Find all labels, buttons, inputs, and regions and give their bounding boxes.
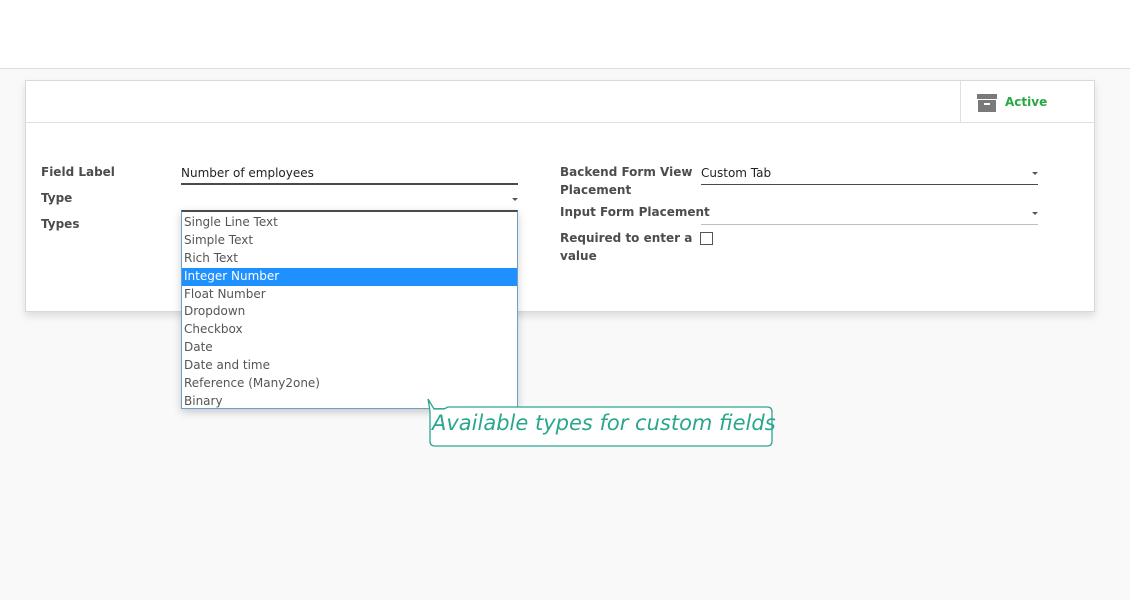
required-label-line1: Required to enter a [560,231,693,245]
dropdown-option[interactable]: Checkbox [182,321,517,339]
tooltip-text: Available types for custom fields [432,411,776,435]
required-label-line2: value [560,249,597,263]
dropdown-option[interactable]: Dropdown [182,303,517,321]
dropdown-option[interactable]: Integer Number [182,267,517,286]
type-dropdown-list[interactable]: Single Line Text Simple Text Rich Text Inte… [181,210,518,409]
dropdown-option[interactable]: Date and time [182,357,517,375]
dropdown-option[interactable]: Single Line Text [182,214,517,232]
type-label: Type [41,191,73,205]
dropdown-option[interactable]: Float Number [182,286,517,304]
types-label: Types [41,217,80,231]
active-toggle-button[interactable]: Active [960,81,1094,122]
backend-placement-value: Custom Tab [701,166,772,180]
chevron-down-icon [1032,172,1038,175]
backend-placement-label-line2: Placement [560,183,632,197]
backend-placement-label: Backend Form View Placement [560,163,692,199]
active-label: Active [1005,95,1048,109]
top-bar [0,0,1130,69]
dropdown-option[interactable]: Reference (Many2one) [182,375,517,393]
required-label: Required to enter a value [560,229,692,265]
input-placement-select[interactable] [701,204,1038,225]
field-label-input[interactable]: Number of employees [181,164,518,185]
type-select[interactable] [181,190,518,209]
archive-icon [977,94,997,112]
dropdown-option[interactable]: Simple Text [182,232,517,250]
backend-placement-label-line1: Backend Form View [560,165,693,179]
chevron-down-icon [512,198,518,201]
backend-placement-select[interactable]: Custom Tab [701,164,1038,185]
field-label-value: Number of employees [181,166,314,180]
input-placement-label: Input Form Placement [560,205,710,219]
field-label-label: Field Label [41,165,115,179]
dropdown-option[interactable]: Date [182,339,517,357]
chevron-down-icon [1032,212,1038,215]
button-box: Active [26,81,1094,123]
required-checkbox[interactable] [700,232,713,245]
tooltip-callout: Available types for custom fields [424,397,776,449]
dropdown-option[interactable]: Rich Text [182,250,517,268]
